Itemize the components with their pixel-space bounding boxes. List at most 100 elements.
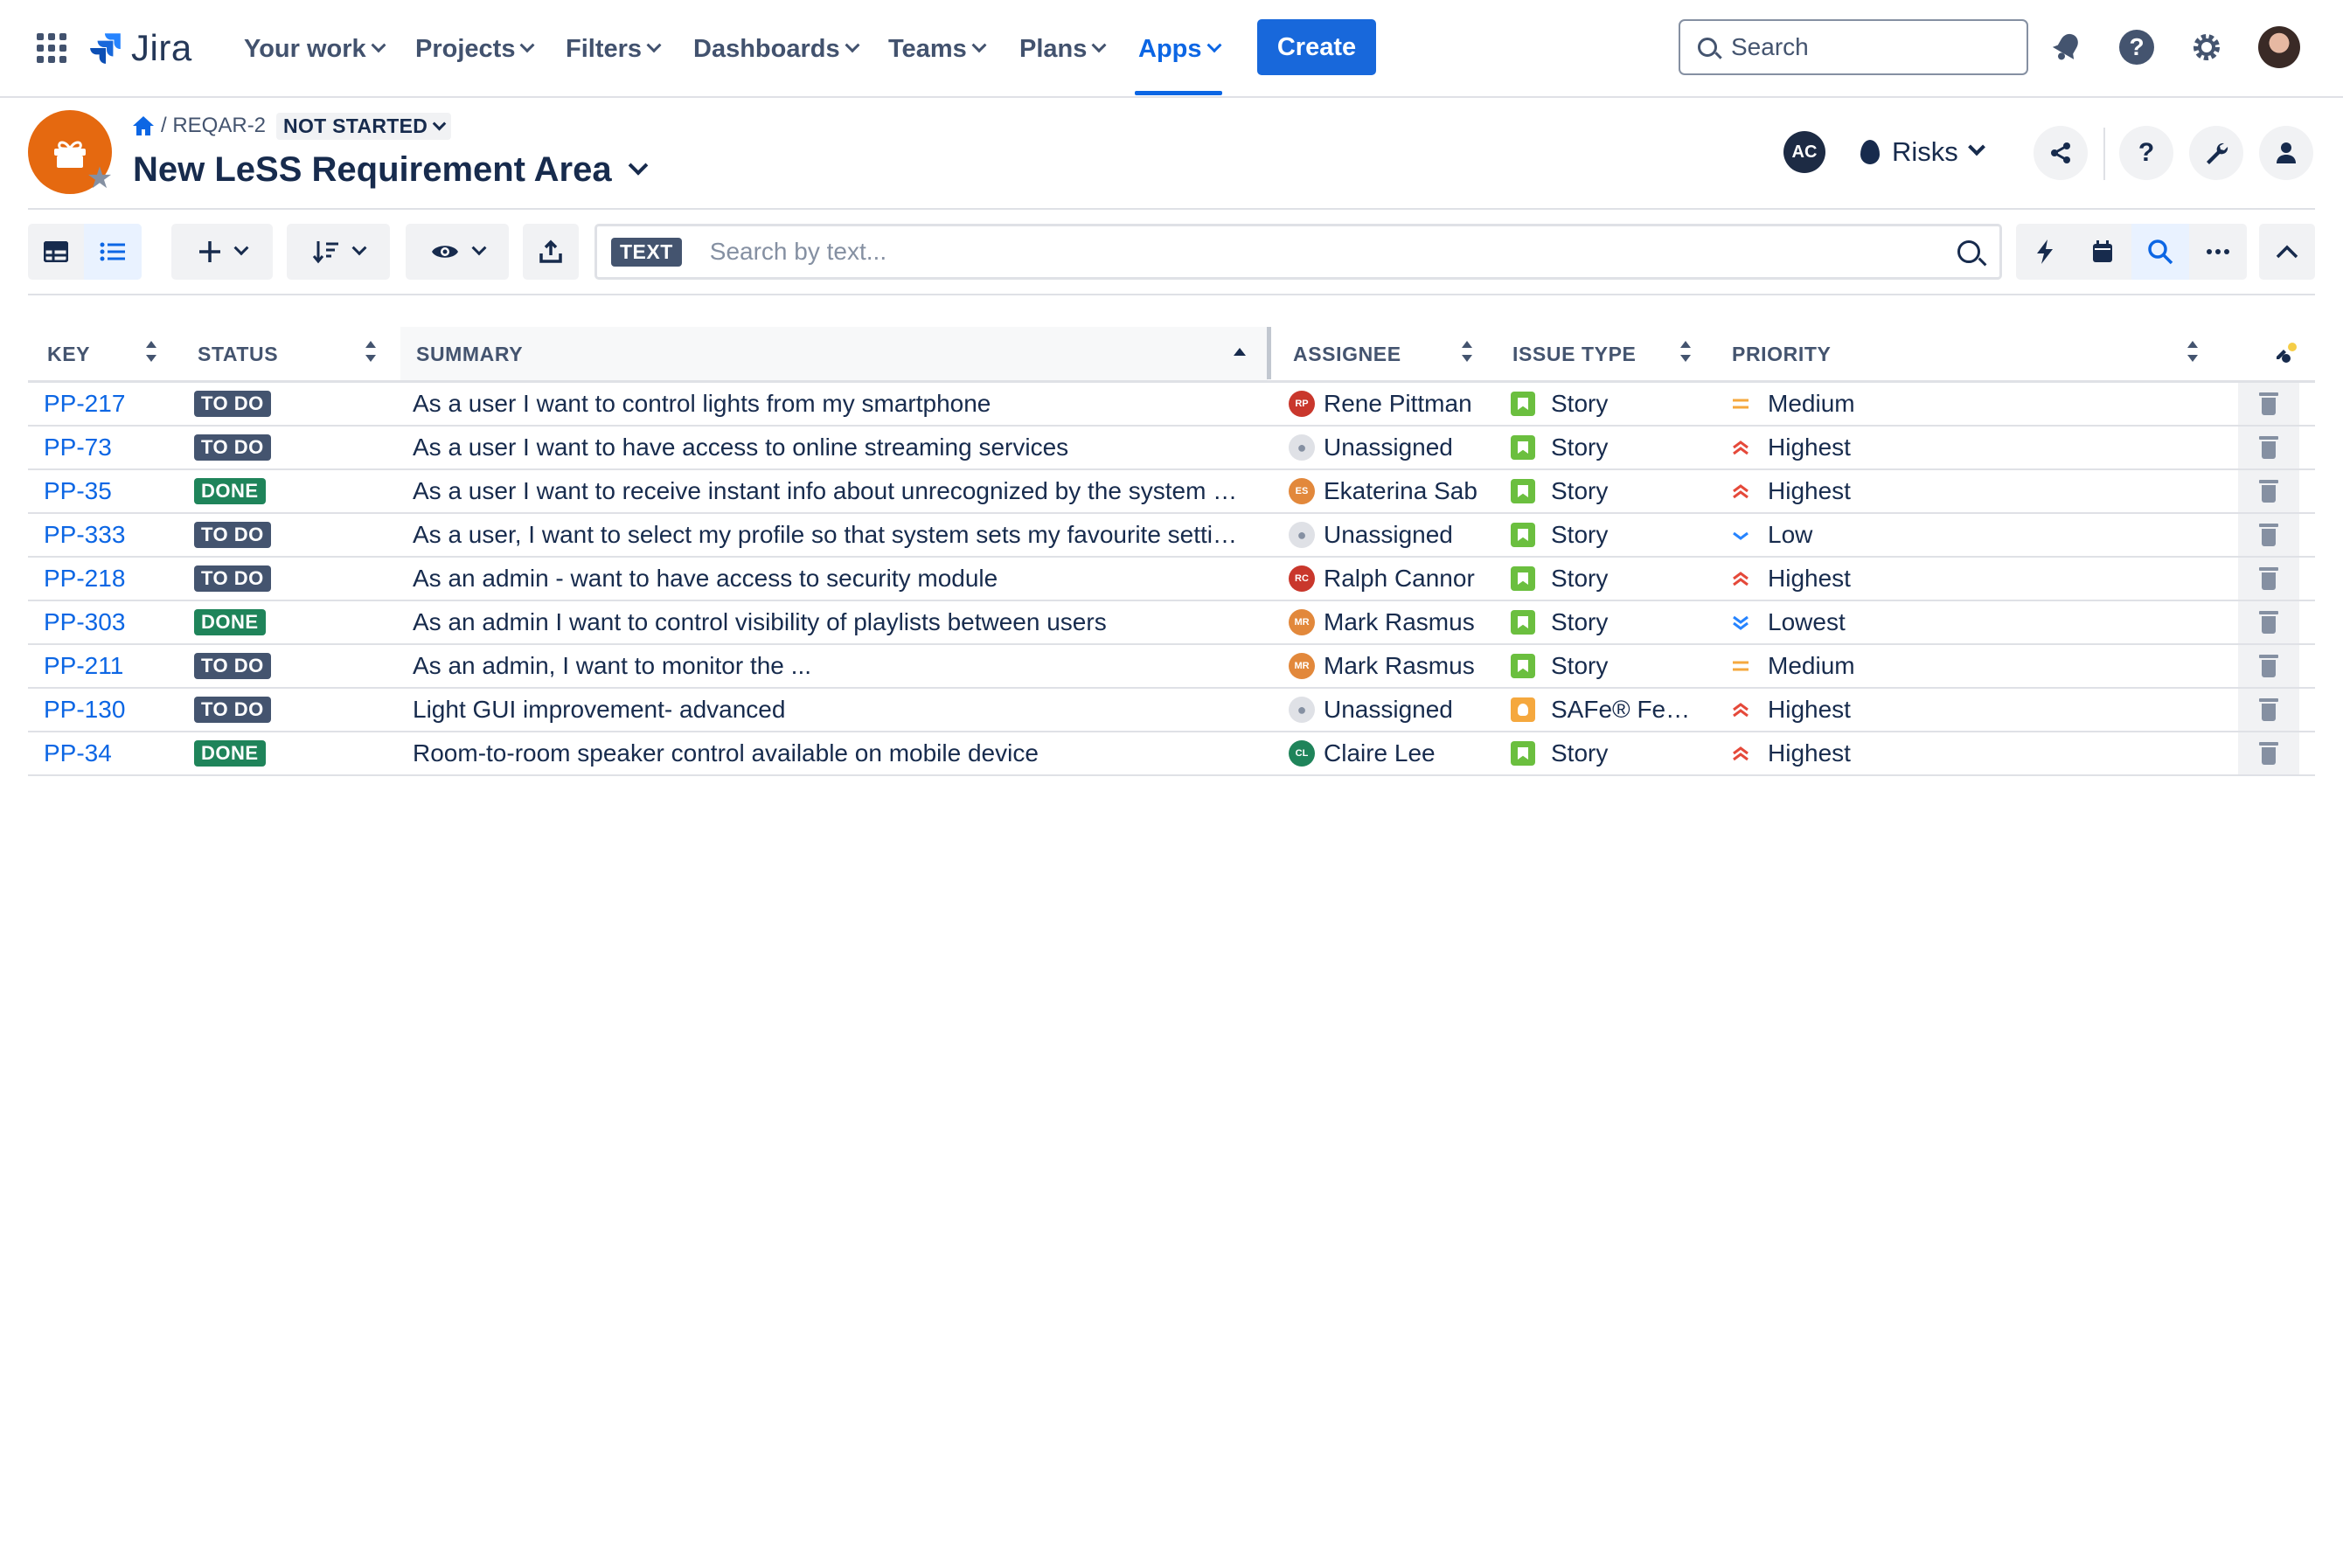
add-dropdown[interactable]: [171, 224, 273, 280]
sort-ascending-icon[interactable]: [1234, 348, 1246, 356]
issue-type-cell[interactable]: Story: [1511, 383, 1729, 425]
help-button[interactable]: ?: [2119, 126, 2173, 180]
issue-key-link[interactable]: PP-35: [44, 477, 112, 505]
delete-cell[interactable]: [2238, 601, 2299, 643]
sort-button[interactable]: [287, 224, 390, 280]
status-lozenge[interactable]: DONE: [194, 478, 266, 504]
priority-cell[interactable]: Highest: [1729, 689, 2079, 731]
global-search[interactable]: [1679, 19, 2028, 75]
assignee-cell[interactable]: ES Ekaterina Sab: [1289, 470, 1507, 512]
trash-icon[interactable]: [2259, 742, 2278, 765]
table-row[interactable]: PP-34 DONE Room-to-room speaker control av…: [28, 732, 2315, 776]
settings-gear-icon[interactable]: [2186, 26, 2228, 68]
assignee-cell[interactable]: ● Unassigned: [1289, 689, 1507, 731]
visibility-button[interactable]: [406, 224, 509, 280]
user-button[interactable]: [2259, 126, 2313, 180]
trash-icon[interactable]: [2259, 611, 2278, 634]
assignee-cell[interactable]: ● Unassigned: [1289, 514, 1507, 556]
nav-projects[interactable]: Projects: [415, 30, 535, 68]
summary-cell[interactable]: Light GUI improvement- advanced: [413, 689, 1269, 731]
table-view-button[interactable]: [28, 224, 84, 280]
home-icon[interactable]: [131, 114, 156, 138]
status-lozenge[interactable]: TO DO: [194, 653, 271, 679]
delete-cell[interactable]: [2238, 558, 2299, 600]
delete-cell[interactable]: [2238, 645, 2299, 687]
summary-cell[interactable]: As a user I want to receive instant info…: [413, 470, 1269, 512]
column-header-status[interactable]: STATUS: [198, 327, 278, 381]
column-header-summary[interactable]: SUMMARY: [416, 327, 523, 381]
configure-button[interactable]: [2189, 126, 2243, 180]
column-settings-icon[interactable]: [2273, 341, 2298, 365]
nav-teams[interactable]: Teams: [888, 30, 987, 68]
table-row[interactable]: PP-333 TO DO As a user, I want to select m…: [28, 514, 2315, 558]
issue-type-cell[interactable]: Story: [1511, 732, 1729, 774]
trash-icon[interactable]: [2259, 655, 2278, 677]
issue-type-cell[interactable]: Story: [1511, 470, 1729, 512]
table-row[interactable]: PP-217 TO DO As a user I want to control l…: [28, 383, 2315, 427]
search-mode-tag[interactable]: TEXT: [611, 237, 682, 267]
summary-cell[interactable]: As a user, I want to select my profile s…: [413, 514, 1269, 556]
issue-type-cell[interactable]: Story: [1511, 558, 1729, 600]
status-lozenge[interactable]: TO DO: [194, 522, 271, 548]
sort-toggle-icon[interactable]: [1679, 339, 1693, 367]
trash-icon[interactable]: [2259, 698, 2278, 721]
issue-key-link[interactable]: PP-303: [44, 608, 125, 636]
nav-filters[interactable]: Filters: [566, 30, 662, 68]
column-header-assignee[interactable]: ASSIGNEE: [1293, 327, 1401, 381]
notifications-icon[interactable]: [2046, 26, 2088, 68]
trash-icon[interactable]: [2259, 392, 2278, 415]
sort-toggle-icon[interactable]: [1460, 339, 1474, 367]
issue-type-cell[interactable]: Story: [1511, 601, 1729, 643]
global-search-input[interactable]: [1731, 33, 2011, 61]
assignee-cell[interactable]: ● Unassigned: [1289, 427, 1507, 468]
trash-icon[interactable]: [2259, 480, 2278, 503]
nav-apps[interactable]: Apps: [1138, 30, 1221, 68]
table-row[interactable]: PP-303 DONE As an admin I want to control …: [28, 601, 2315, 645]
table-row[interactable]: PP-73 TO DO As a user I want to have acces…: [28, 427, 2315, 470]
list-view-button[interactable]: [84, 224, 142, 280]
visibility-dropdown[interactable]: [406, 224, 509, 280]
summary-cell[interactable]: As a user I want to have access to onlin…: [413, 427, 1269, 468]
status-lozenge[interactable]: TO DO: [194, 697, 271, 723]
nav-plans[interactable]: Plans: [1019, 30, 1107, 68]
column-header-issue-type[interactable]: ISSUE TYPE: [1512, 327, 1636, 381]
text-search-input[interactable]: [709, 238, 1916, 266]
priority-cell[interactable]: Low: [1729, 514, 2079, 556]
upload-button[interactable]: [523, 224, 579, 280]
summary-cell[interactable]: Room-to-room speaker control available o…: [413, 732, 1269, 774]
status-lozenge[interactable]: TO DO: [194, 391, 271, 417]
assignee-cell[interactable]: RC Ralph Cannor: [1289, 558, 1507, 600]
star-icon[interactable]: ★: [84, 163, 115, 194]
delete-cell[interactable]: [2238, 427, 2299, 468]
sort-toggle-icon[interactable]: [364, 339, 378, 367]
issue-key-link[interactable]: PP-130: [44, 696, 125, 724]
priority-cell[interactable]: Lowest: [1729, 601, 2079, 643]
table-row[interactable]: PP-218 TO DO As an admin - want to have ac…: [28, 558, 2315, 601]
summary-cell[interactable]: As a user I want to control lights from …: [413, 383, 1269, 425]
issue-key-link[interactable]: PP-217: [44, 390, 125, 418]
summary-cell[interactable]: As an admin, I want to monitor the ...: [413, 645, 1269, 687]
issue-key-link[interactable]: PP-333: [44, 521, 125, 549]
status-lozenge[interactable]: TO DO: [194, 565, 271, 592]
nav-dashboards[interactable]: Dashboards: [693, 30, 860, 68]
export-button[interactable]: [523, 224, 579, 280]
delete-cell[interactable]: [2238, 470, 2299, 512]
issue-key-link[interactable]: PP-218: [44, 565, 125, 593]
status-lozenge[interactable]: DONE: [194, 609, 266, 635]
collapse-toolbar-button[interactable]: [2259, 224, 2315, 280]
table-row[interactable]: PP-211 TO DO As an admin, I want to monito…: [28, 645, 2315, 689]
status-lozenge[interactable]: TO DO: [194, 434, 271, 461]
column-header-priority[interactable]: PRIORITY: [1732, 327, 1831, 381]
status-dropdown[interactable]: NOT STARTED: [276, 112, 452, 140]
priority-cell[interactable]: Highest: [1729, 427, 2079, 468]
search-icon[interactable]: [1957, 240, 1980, 263]
trash-icon[interactable]: [2259, 436, 2278, 459]
search-toggle-button[interactable]: [2131, 224, 2189, 280]
trash-icon[interactable]: [2259, 567, 2278, 590]
summary-cell[interactable]: As an admin I want to control visibility…: [413, 601, 1269, 643]
text-search-field[interactable]: TEXT: [594, 224, 2002, 280]
user-profile-avatar[interactable]: [2258, 26, 2300, 68]
delete-cell[interactable]: [2238, 689, 2299, 731]
delete-cell[interactable]: [2238, 514, 2299, 556]
issue-key-link[interactable]: PP-34: [44, 739, 112, 767]
